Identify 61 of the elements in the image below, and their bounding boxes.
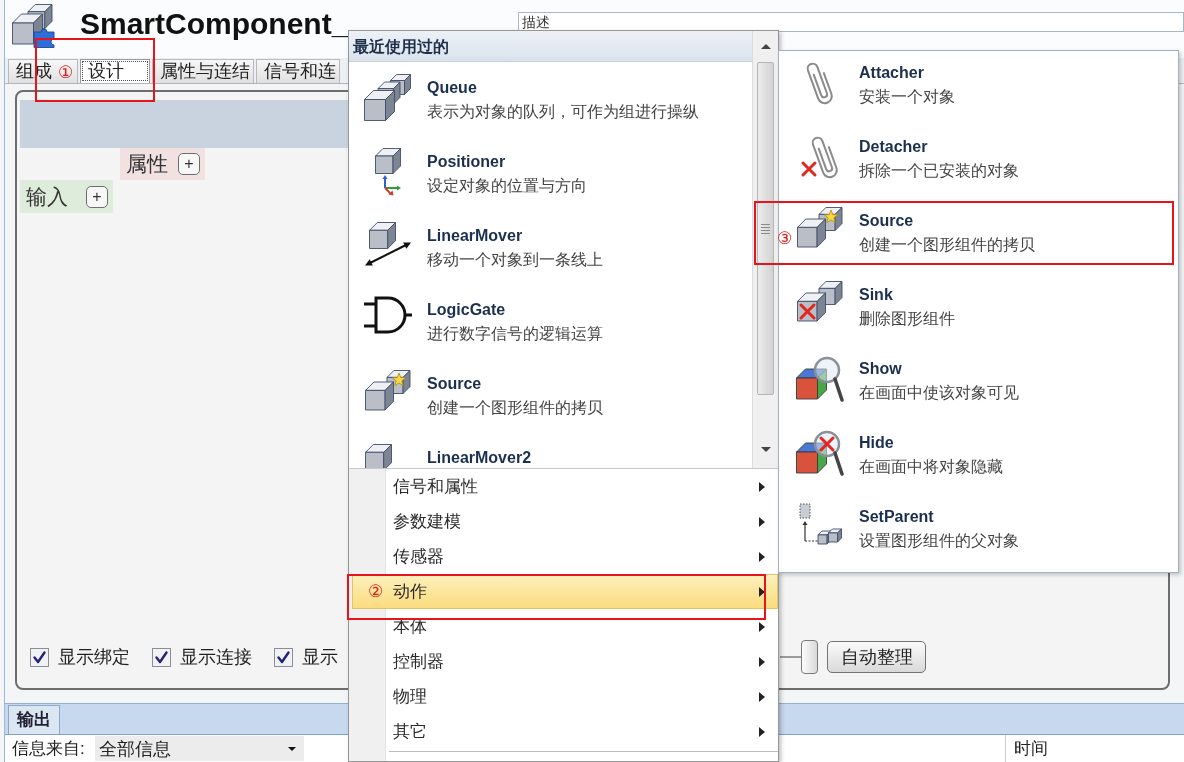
cube-hierarchy-icon — [797, 503, 842, 545]
checkbox[interactable] — [152, 647, 171, 667]
cube-star-icon — [796, 207, 843, 248]
menu-item[interactable]: 参数建模 — [352, 504, 778, 539]
checkbox[interactable] — [274, 647, 293, 667]
annotation-number: ② — [368, 581, 384, 601]
component-menu-item[interactable]: Positioner 设定对象的位置与方向 — [349, 136, 752, 210]
component-menu-item[interactable]: Queue 表示为对象的队列，可作为组进行操纵 — [349, 62, 752, 136]
cubes-puzzle-icon — [12, 4, 57, 48]
column-header: 时间 — [1005, 735, 1184, 762]
menu-item[interactable]: 信号和属性 — [352, 469, 778, 504]
and-gate-icon — [363, 296, 412, 334]
tab[interactable]: 输出 — [8, 705, 60, 734]
component-menu-item[interactable]: Show 在画面中使该对象可见 — [792, 347, 1178, 421]
component-menu-item[interactable]: Detacher 拆除一个已安装的对象 — [792, 125, 1178, 199]
inputs-label: 输入 — [26, 183, 68, 210]
slider-handle[interactable] — [801, 640, 818, 674]
tab[interactable]: 设计 — [80, 59, 150, 83]
description-field[interactable]: 描述 — [518, 12, 1184, 32]
component-menu-item[interactable]: LinearMover 移动一个对象到一条线上 — [349, 210, 752, 284]
checkbox-label: 显示绑定 — [58, 646, 130, 668]
checkbox[interactable] — [30, 647, 49, 667]
cube-arrow-icon — [362, 222, 413, 268]
component-menu-item[interactable]: Hide 在画面中将对象隐藏 — [792, 421, 1178, 495]
menu-item[interactable]: 控制器 — [352, 644, 778, 679]
menu-item[interactable]: 其它 — [352, 714, 778, 749]
cube-magnifier-cross-icon — [795, 429, 844, 476]
component-menu-item[interactable]: LinearMover2 — [349, 432, 752, 468]
stacked-cubes-icon — [364, 74, 411, 121]
menu-item[interactable]: 传感器 — [352, 539, 778, 574]
auto-arrange-button[interactable]: 自动整理 — [827, 641, 926, 673]
component-menu-item[interactable]: Source 创建一个图形组件的拷贝 — [792, 199, 1178, 273]
menu-item[interactable]: 本体 — [352, 609, 778, 644]
cube-axes-icon — [372, 148, 403, 196]
menu-item[interactable]: 物理 — [352, 679, 778, 714]
component-menu-item[interactable]: Attacher 安装一个对象 — [792, 51, 1178, 125]
cube-star-icon — [364, 370, 411, 411]
tab[interactable]: 属性与连结 — [152, 59, 254, 83]
window-title: SmartComponent_ — [80, 6, 349, 42]
caret-icon — [287, 746, 296, 751]
add-button[interactable]: + — [86, 185, 108, 208]
cubes-cross-icon — [796, 281, 843, 322]
annotation-number: ① — [58, 62, 74, 82]
scrollbar-thumb[interactable] — [757, 62, 774, 395]
component-menu-item[interactable]: LogicGate 进行数字信号的逻辑运算 — [349, 284, 752, 358]
cube-icon — [365, 444, 392, 468]
tab[interactable]: 信号和连 — [256, 59, 340, 83]
message-source-dropdown[interactable]: 全部信息 — [94, 736, 304, 761]
annotation-number: ③ — [777, 228, 793, 248]
component-menu-item[interactable]: Sink 删除图形组件 — [792, 273, 1178, 347]
component-menu-item[interactable]: SetParent 设置图形组件的父对象 — [792, 495, 1178, 569]
checkbox-label: 显示连接 — [180, 646, 252, 668]
properties-label: 属性 — [126, 151, 168, 177]
cube-magnifier-icon — [795, 355, 844, 402]
add-button[interactable]: + — [178, 153, 200, 175]
component-menu-item[interactable]: Source 创建一个图形组件的拷贝 — [349, 358, 752, 432]
scroll-down-icon[interactable] — [760, 446, 771, 452]
filter-label: 信息来自: — [12, 737, 85, 760]
checkbox-label: 显示 — [302, 646, 338, 668]
section-header: 最近使用过的 — [349, 31, 752, 62]
scroll-up-icon[interactable] — [760, 44, 771, 49]
